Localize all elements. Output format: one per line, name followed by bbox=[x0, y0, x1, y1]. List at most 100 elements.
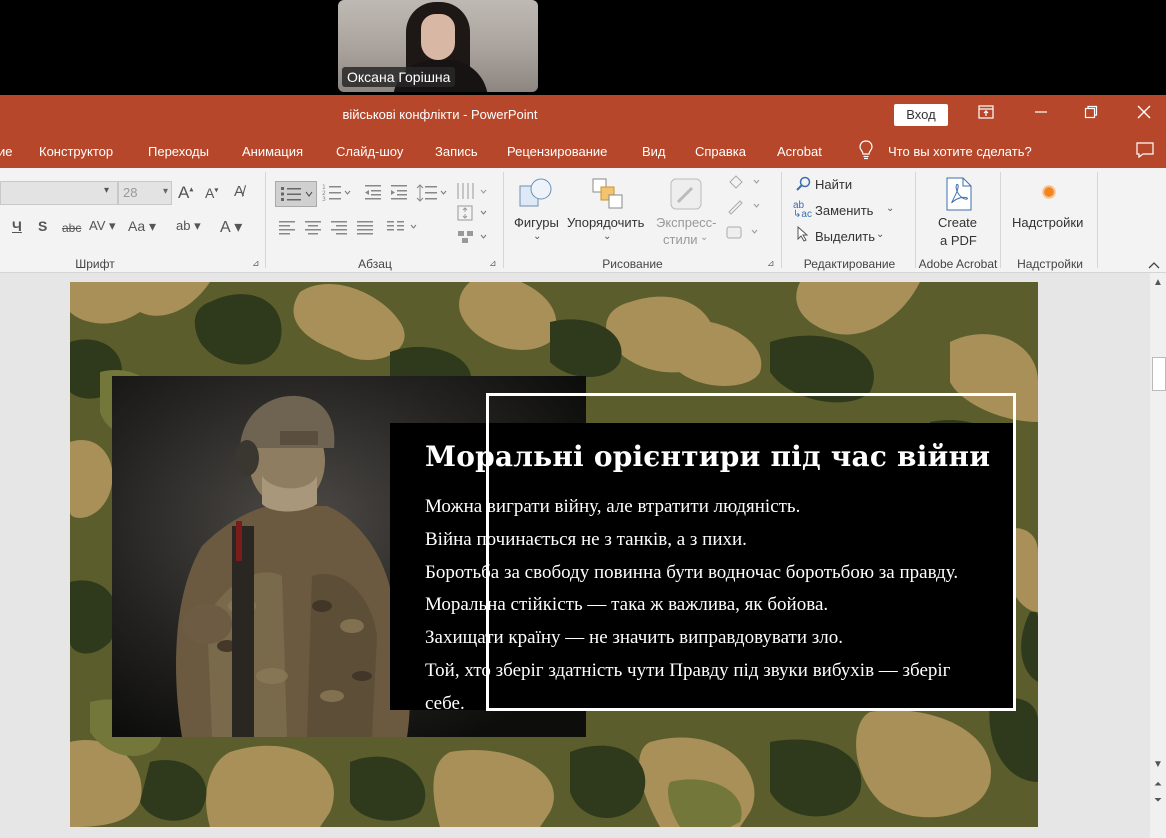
tab-view[interactable]: Вид bbox=[642, 144, 666, 159]
columns-icon[interactable] bbox=[386, 219, 420, 238]
font-dialog-launcher-icon[interactable]: ⊿ bbox=[252, 258, 262, 268]
slide-title[interactable]: Моральні орієнтири під час війни bbox=[425, 440, 990, 473]
tab-review[interactable]: Рецензирование bbox=[507, 144, 607, 159]
clear-formatting-icon[interactable]: A̸ bbox=[234, 183, 244, 200]
arrange-dropdown-icon[interactable]: ⌄ bbox=[603, 231, 611, 242]
shapes-label[interactable]: Фигуры bbox=[514, 215, 559, 230]
font-name-field[interactable] bbox=[0, 181, 118, 205]
text-direction-icon[interactable] bbox=[455, 181, 489, 206]
justify-icon[interactable] bbox=[356, 219, 374, 238]
increase-font-size-icon[interactable]: A▴ bbox=[178, 183, 193, 203]
slide[interactable]: Моральні орієнтири під час війни Можна в… bbox=[70, 282, 1038, 827]
scrollbar-thumb[interactable] bbox=[1152, 357, 1166, 391]
strikethrough-icon[interactable]: abc bbox=[62, 221, 81, 235]
font-size-field[interactable]: 28 ▾ bbox=[118, 181, 172, 205]
addins-icon[interactable] bbox=[1042, 185, 1056, 202]
comments-icon[interactable] bbox=[1135, 141, 1155, 159]
bullets-icon[interactable] bbox=[275, 181, 317, 207]
shape-effects-icon[interactable] bbox=[724, 224, 764, 245]
sign-in-button[interactable]: Вход bbox=[894, 104, 948, 126]
tab-transitions[interactable]: Переходы bbox=[148, 144, 209, 159]
font-color-icon[interactable]: A ▾ bbox=[220, 217, 242, 237]
close-icon[interactable] bbox=[1131, 103, 1157, 127]
tab-animations[interactable]: Анимация bbox=[242, 144, 303, 159]
quick-styles-label-2[interactable]: стили bbox=[663, 232, 698, 247]
increase-indent-icon[interactable] bbox=[389, 183, 409, 204]
convert-to-smartart-icon[interactable] bbox=[455, 228, 489, 249]
title-bar: військові конфлікти - PowerPoint Вход bbox=[0, 95, 1166, 135]
scroll-up-icon[interactable]: ▲ bbox=[1152, 277, 1164, 289]
participant-video[interactable]: Оксана Горішна bbox=[338, 0, 538, 92]
paragraph-group-label: Абзац bbox=[358, 257, 392, 271]
ribbon: ▾ 28 ▾ A▴ A▾ A̸ Ч S abc AV ▾ Aa ▾ ab ▾ A… bbox=[0, 168, 1166, 273]
find-label[interactable]: Найти bbox=[815, 177, 852, 192]
line-spacing-icon[interactable] bbox=[416, 183, 448, 206]
previous-slide-icon[interactable]: ⏶ bbox=[1152, 779, 1164, 791]
next-slide-icon[interactable]: ⏷ bbox=[1152, 795, 1164, 807]
select-icon[interactable] bbox=[796, 225, 810, 245]
select-label[interactable]: Выделить bbox=[815, 229, 875, 244]
align-right-icon[interactable] bbox=[330, 219, 348, 238]
quick-styles-icon[interactable] bbox=[668, 176, 708, 215]
tell-me-search[interactable]: Что вы хотите сделать? bbox=[888, 144, 1032, 159]
shapes-dropdown-icon[interactable]: ⌄ bbox=[533, 231, 541, 242]
ribbon-tabs: ие Конструктор Переходы Анимация Слайд-ш… bbox=[0, 135, 1166, 168]
editing-group-label: Редактирование bbox=[803, 257, 896, 271]
align-left-icon[interactable] bbox=[278, 219, 296, 238]
replace-dropdown-icon[interactable]: ⌄ bbox=[886, 203, 894, 214]
decrease-font-size-icon[interactable]: A▾ bbox=[205, 185, 218, 201]
font-size-value: 28 bbox=[123, 185, 138, 200]
change-case-icon[interactable]: Aa ▾ bbox=[128, 218, 156, 235]
quick-styles-dropdown-icon[interactable]: ⌄ bbox=[700, 232, 708, 243]
drawing-dialog-launcher-icon[interactable]: ⊿ bbox=[767, 258, 777, 268]
decrease-indent-icon[interactable] bbox=[363, 183, 383, 204]
shape-outline-icon[interactable] bbox=[726, 198, 766, 219]
separator bbox=[781, 172, 782, 268]
align-center-icon[interactable] bbox=[304, 219, 322, 238]
scroll-down-icon[interactable]: ▼ bbox=[1152, 759, 1164, 771]
vertical-scrollbar[interactable]: ▲ ▼ ⏶ ⏷ bbox=[1150, 273, 1166, 838]
font-size-dropdown-icon[interactable]: ▾ bbox=[163, 186, 168, 197]
highlight-icon[interactable]: ab ▾ bbox=[176, 218, 201, 234]
tab-slideshow[interactable]: Слайд-шоу bbox=[336, 144, 403, 159]
slide-body-text[interactable]: Можна виграти війну, але втратити людяні… bbox=[425, 491, 1025, 721]
tab-help[interactable]: Справка bbox=[695, 144, 746, 159]
font-name-dropdown-icon[interactable]: ▾ bbox=[104, 185, 109, 196]
tab-design[interactable]: Конструктор bbox=[39, 144, 113, 159]
restore-icon[interactable] bbox=[1078, 103, 1104, 127]
replace-icon[interactable]: ab ↳ac bbox=[793, 201, 812, 220]
collapse-ribbon-icon[interactable] bbox=[1148, 258, 1160, 272]
slide-line: Війна починається не з танків, а з пихи. bbox=[425, 528, 747, 550]
underline-icon[interactable]: Ч bbox=[12, 218, 22, 234]
separator bbox=[1000, 172, 1001, 268]
create-pdf-label-2[interactable]: a PDF bbox=[940, 233, 977, 248]
arrange-label[interactable]: Упорядочить bbox=[567, 215, 644, 230]
video-call-bar: Оксана Горішна bbox=[0, 0, 1166, 95]
arrange-icon[interactable] bbox=[590, 176, 626, 215]
replace-label[interactable]: Заменить bbox=[815, 203, 873, 218]
shadow-icon[interactable]: S bbox=[38, 218, 47, 234]
ribbon-display-options-icon[interactable] bbox=[973, 103, 999, 127]
lightbulb-icon[interactable] bbox=[858, 140, 874, 162]
window-title: військові конфлікти - PowerPoint bbox=[342, 107, 538, 122]
shape-fill-icon[interactable] bbox=[726, 174, 766, 195]
shapes-icon[interactable] bbox=[517, 176, 557, 215]
character-spacing-icon[interactable]: AV ▾ bbox=[89, 218, 116, 234]
slide-line: себе. bbox=[425, 692, 465, 714]
drawing-group-label: Рисование bbox=[602, 257, 663, 271]
create-pdf-icon[interactable] bbox=[943, 176, 975, 215]
tab-home[interactable]: ие bbox=[0, 144, 13, 159]
slide-line: Боротьба за свободу повинна бути водноча… bbox=[425, 561, 959, 583]
numbering-icon[interactable]: 123 bbox=[322, 183, 352, 206]
paragraph-dialog-launcher-icon[interactable]: ⊿ bbox=[489, 258, 499, 268]
addins-button[interactable]: Надстройки bbox=[1012, 215, 1083, 230]
tab-record[interactable]: Запись bbox=[435, 144, 478, 159]
separator bbox=[1097, 172, 1098, 268]
participant-face bbox=[421, 14, 455, 60]
minimize-icon[interactable] bbox=[1028, 103, 1054, 127]
find-icon[interactable] bbox=[795, 176, 811, 195]
align-text-icon[interactable] bbox=[455, 204, 489, 225]
select-dropdown-icon[interactable]: ⌄ bbox=[876, 229, 884, 240]
tab-acrobat[interactable]: Acrobat bbox=[777, 144, 822, 159]
create-pdf-label-1[interactable]: Create bbox=[938, 215, 977, 230]
